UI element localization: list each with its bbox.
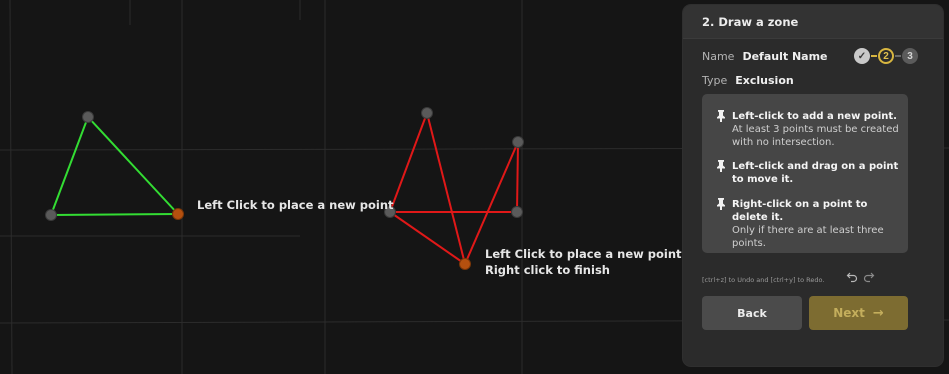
next-button[interactable]: Next → (809, 296, 908, 330)
zone-vertex[interactable] (512, 136, 524, 148)
undo-icon[interactable] (846, 271, 858, 286)
valid-zone-polygon[interactable] (45, 111, 184, 221)
panel-title: 2. Draw a zone (702, 14, 799, 29)
zone-vertex[interactable] (511, 206, 523, 218)
type-label: Type (702, 74, 728, 87)
active-vertex[interactable] (172, 208, 184, 220)
zone-edge (389, 112, 428, 213)
instruction-detail: At least 3 points must be created with n… (732, 124, 899, 148)
instruction-delete-point: Right-click on a point to delete it. Onl… (716, 198, 900, 250)
left-canvas-hint: Left Click to place a new point (197, 198, 394, 212)
instructions-box: Left-click to add a new point. At least … (702, 94, 908, 253)
name-label: Name (702, 50, 735, 63)
pin-icon (716, 110, 732, 149)
right-canvas-hint-line1: Left Click to place a new point (485, 247, 682, 261)
instruction-title: Left-click to add a new point. (732, 111, 897, 122)
step-3-upcoming: 3 (902, 48, 918, 64)
step-1-check-icon: ✓ (854, 48, 870, 64)
type-value: Exclusion (735, 74, 794, 87)
step-indicator: ✓ 2 3 (854, 48, 918, 64)
zone-edge (516, 141, 519, 213)
instruction-detail: Only if there are at least three points. (732, 225, 884, 249)
next-button-label: Next (833, 306, 865, 320)
step-2-current: 2 (878, 48, 894, 64)
undo-redo-controls (846, 271, 875, 286)
draw-zone-panel: 2. Draw a zone Name Default Name Type Ex… (683, 5, 943, 366)
zone-vertex[interactable] (82, 111, 94, 123)
active-vertex[interactable] (459, 258, 471, 270)
right-canvas-hint-line2: Right click to finish (485, 263, 610, 277)
back-button[interactable]: Back (702, 296, 802, 330)
name-row: Name Default Name (702, 50, 828, 63)
redo-icon[interactable] (863, 271, 875, 286)
back-button-label: Back (737, 306, 767, 320)
zone-edge (50, 213, 179, 216)
arrow-right-icon: → (872, 305, 884, 321)
pin-icon (716, 198, 732, 250)
instruction-title: Left-click and drag on a point to move i… (732, 161, 899, 185)
zone-vertex[interactable] (421, 107, 433, 119)
zone-edge (87, 116, 179, 215)
zone-edge (50, 116, 89, 216)
instruction-move-point: Left-click and drag on a point to move i… (716, 160, 900, 186)
step-connector (871, 55, 877, 57)
pin-icon (716, 160, 732, 186)
zone-vertex[interactable] (45, 209, 57, 221)
name-value: Default Name (742, 50, 828, 63)
step-connector (895, 55, 901, 57)
undo-redo-hint: [ctrl+z] to Undo and [ctrl+y] to Redo. (702, 276, 825, 284)
instruction-title: Right-click on a point to delete it. (732, 199, 868, 223)
type-row: Type Exclusion (702, 74, 794, 87)
panel-header: 2. Draw a zone (683, 5, 943, 39)
instruction-add-point: Left-click to add a new point. At least … (716, 110, 900, 149)
